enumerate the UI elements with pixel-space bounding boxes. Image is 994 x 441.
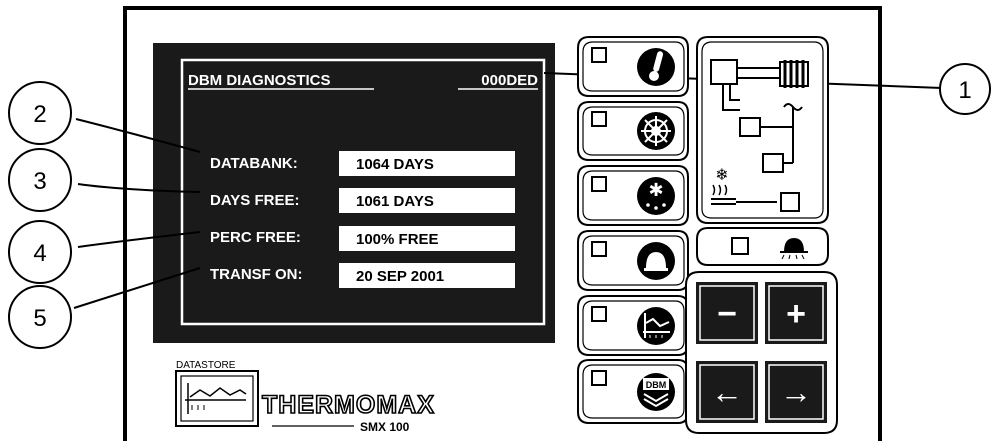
minus-key-label: − [717, 295, 737, 333]
row-label-databank: DATABANK: [210, 155, 298, 172]
row-label-perc-free: PERC FREE: [210, 229, 301, 246]
callout-5-number: 5 [33, 305, 46, 332]
evaporator-coil-icon [779, 60, 809, 88]
row-label-transf-on: TRANSF ON: [210, 266, 303, 283]
callout-2-number: 2 [33, 101, 46, 128]
brand: THERMOMAX SMX 100 [261, 390, 435, 434]
minus-key[interactable]: − [696, 282, 758, 344]
led-indicator [591, 306, 607, 322]
mode-button-alarm[interactable] [577, 230, 689, 291]
led-indicator [731, 237, 749, 255]
brand-model: SMX 100 [360, 420, 410, 434]
row-value-perc-free: 100% FREE [356, 231, 439, 248]
mode-button-manual-defrost[interactable]: ✱ [577, 165, 689, 226]
callout-3-number: 3 [33, 168, 46, 195]
datastore-badge: DATASTORE [175, 360, 259, 427]
plus-key[interactable]: + [765, 282, 827, 344]
temperature-graph-icon [637, 307, 675, 345]
defrost-cycle-icon [637, 112, 675, 150]
row-label-days-free: DAYS FREE: [210, 192, 299, 209]
controller-diagram: DBM DIAGNOSTICS 000DED DATABANK: 1064 DA… [8, 6, 991, 441]
led-indicator [591, 111, 607, 127]
dbm-logo-text: DBM [646, 380, 667, 390]
svg-text:✱: ✱ [648, 180, 663, 201]
row-value-transf-on: 20 SEP 2001 [356, 268, 444, 285]
led-indicator [591, 241, 607, 257]
dbm-logo-icon: DBM [637, 373, 675, 411]
left-arrow-key[interactable]: ← [696, 361, 758, 423]
keypad: − + ← → [685, 271, 838, 434]
snowflake-icon: ❄ [715, 165, 728, 184]
lcd-screen: DBM DIAGNOSTICS 000DED DATABANK: 1064 DA… [153, 43, 555, 343]
screen-title: DBM DIAGNOSTICS [188, 72, 331, 89]
screen-code: 000DED [481, 72, 538, 89]
right-arrow-key[interactable]: → [765, 361, 827, 423]
light-button[interactable] [696, 227, 829, 266]
status-indicator-panel: ❄ [696, 36, 829, 224]
led-indicator [591, 370, 607, 386]
left-arrow-key-label: ← [711, 374, 743, 410]
mode-button-defrost-cycle[interactable] [577, 101, 689, 161]
compressor-status-led [739, 117, 761, 137]
mode-buttons: ✱ DBM [577, 36, 689, 424]
callout-4-number: 4 [33, 240, 46, 267]
mode-button-thermometer[interactable] [577, 36, 689, 97]
right-arrow-key-label: → [780, 374, 812, 410]
led-indicator [591, 47, 607, 63]
row-value-databank: 1064 DAYS [356, 156, 434, 173]
heater-status-led [780, 192, 800, 212]
row-value-days-free: 1061 DAYS [356, 193, 434, 210]
plus-key-label: + [786, 295, 806, 333]
mode-button-dbm[interactable]: DBM [577, 359, 689, 424]
alarm-bell-icon [637, 242, 675, 280]
fan-status-led [762, 153, 784, 173]
thermometer-icon [637, 48, 675, 86]
brand-name: THERMOMAX [262, 391, 435, 419]
compressor-led [710, 59, 738, 85]
datastore-inner-frame [180, 375, 254, 422]
datastore-label: DATASTORE [176, 360, 236, 371]
led-indicator [591, 176, 607, 192]
manual-defrost-icon: ✱ [637, 177, 675, 215]
mode-button-graph[interactable] [577, 295, 689, 356]
callout-1-number: 1 [958, 77, 971, 104]
